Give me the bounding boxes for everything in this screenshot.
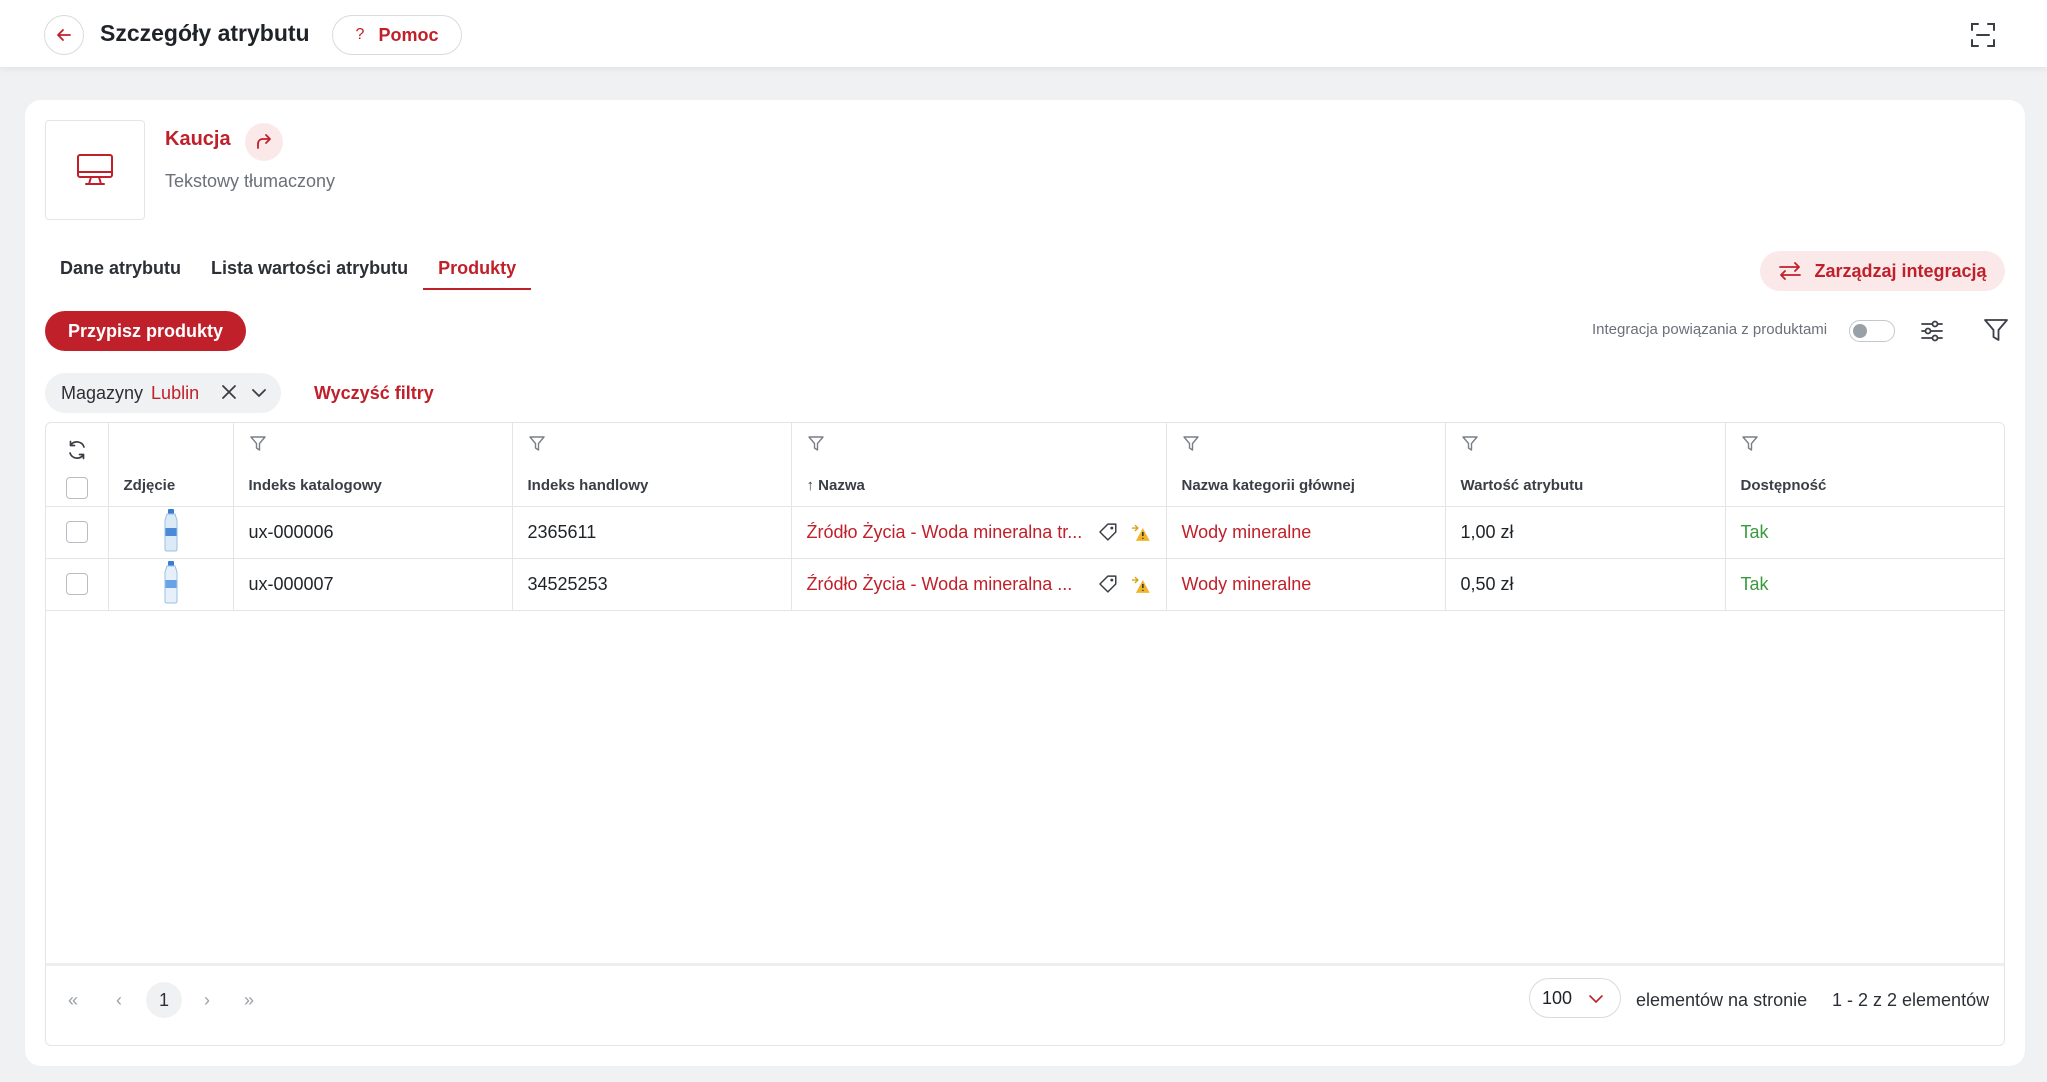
attribute-value-cell: 1,00 zł: [1445, 506, 1726, 559]
name-cell: Źródło Życia - Woda mineralna ...: [791, 558, 1167, 611]
column-header-name[interactable]: ↑ Nazwa: [791, 423, 1167, 507]
column-label: Nazwa kategorii głównej: [1181, 476, 1355, 494]
name-cell: Źródło Życia - Woda mineralna tr...: [791, 506, 1167, 559]
attribute-card: Kaucja Tekstowy tłumaczony Dane atrybutu…: [25, 100, 2025, 1066]
products-table: Zdjęcie Indeks katalogowy Indeks handlow…: [45, 422, 2005, 1046]
refresh-icon[interactable]: [66, 439, 88, 461]
column-label: Dostępność: [1740, 476, 1827, 494]
range-label: 1 - 2 z 2 elementów: [1832, 990, 1990, 1010]
prev-page-icon[interactable]: ‹: [116, 990, 122, 1011]
table-header-row: Zdjęcie Indeks katalogowy Indeks handlow…: [46, 423, 2004, 507]
water-bottle-image[interactable]: [160, 560, 182, 604]
filter-icon[interactable]: [807, 435, 825, 453]
back-button[interactable]: [44, 15, 84, 55]
catalog-index-cell: ux-000007: [233, 558, 513, 611]
swap-arrows-icon: [1779, 262, 1802, 280]
filter-icon[interactable]: [1461, 435, 1479, 453]
filter-chip-value: Lublin: [151, 382, 200, 403]
manage-integration-button[interactable]: Zarządzaj integracją: [1760, 251, 2005, 291]
fullscreen-icon[interactable]: [1970, 22, 1996, 48]
next-page-icon[interactable]: ›: [204, 990, 210, 1011]
help-button-label: Pomoc: [378, 24, 439, 45]
table-row[interactable]: ux-000006 2365611 Źródło Życia - Woda mi…: [46, 506, 2004, 559]
pagination: « ‹ 1 › » 100 elementów na stronie 1 - 2…: [46, 963, 2004, 1045]
toggle-knob: [1853, 324, 1867, 338]
row-checkbox[interactable]: [65, 521, 88, 543]
warning-icon[interactable]: [1129, 521, 1151, 543]
water-bottle-image[interactable]: [160, 508, 182, 552]
column-label: Indeks katalogowy: [248, 476, 382, 494]
page-number[interactable]: 1: [146, 982, 182, 1018]
chevron-down-icon[interactable]: [250, 384, 268, 402]
sliders-icon[interactable]: [1918, 317, 1946, 345]
arrow-left-icon: [57, 29, 71, 41]
column-label: Wartość atrybutu: [1460, 476, 1584, 494]
page-title: Szczegóły atrybutu: [100, 20, 310, 46]
column-header-catalog-index[interactable]: Indeks katalogowy: [233, 423, 513, 507]
attribute-thumbnail: [45, 120, 145, 220]
per-page-label: elementów na stronie: [1636, 990, 1808, 1010]
select-all-column: [46, 423, 109, 507]
filter-icon[interactable]: [1182, 435, 1200, 453]
monitor-icon: [77, 154, 113, 185]
product-name-link[interactable]: Źródło Życia - Woda mineralna ...: [807, 574, 1094, 595]
column-label: Indeks handlowy: [527, 476, 649, 494]
tag-icon[interactable]: [1097, 521, 1119, 543]
category-cell[interactable]: Wody mineralne: [1166, 506, 1446, 559]
trade-index-cell: 2365611: [512, 506, 792, 559]
first-page-icon[interactable]: «: [68, 990, 78, 1011]
share-arrow-icon: [257, 134, 271, 149]
tab-attribute-values[interactable]: Lista wartości atrybutu: [196, 252, 423, 290]
help-button[interactable]: ? Pomoc: [332, 15, 462, 55]
attribute-name: Kaucja: [165, 128, 231, 150]
product-name-link[interactable]: Źródło Życia - Woda mineralna tr...: [807, 522, 1094, 543]
manage-integration-label: Zarządzaj integracją: [1814, 260, 1987, 281]
assign-products-button[interactable]: Przypisz produkty: [45, 311, 246, 351]
tag-icon[interactable]: [1097, 573, 1119, 595]
per-page-value: 100: [1542, 987, 1573, 1008]
share-button[interactable]: [245, 123, 283, 161]
trade-index-cell: 34525253: [512, 558, 792, 611]
column-header-trade-index[interactable]: Indeks handlowy: [512, 423, 792, 507]
filter-icon[interactable]: [1741, 435, 1759, 453]
column-header-main-category[interactable]: Nazwa kategorii głównej: [1166, 423, 1446, 507]
column-header-attribute-value[interactable]: Wartość atrybutu: [1445, 423, 1726, 507]
close-icon[interactable]: [220, 383, 238, 401]
integration-toggle[interactable]: [1849, 320, 1895, 342]
attribute-value-cell: 0,50 zł: [1445, 558, 1726, 611]
warning-icon[interactable]: [1129, 573, 1151, 595]
tab-attribute-data[interactable]: Dane atrybutu: [45, 252, 196, 290]
availability-cell: Tak: [1725, 558, 2004, 611]
category-cell[interactable]: Wody mineralne: [1166, 558, 1446, 611]
column-header-availability[interactable]: Dostępność: [1725, 423, 2004, 507]
tab-products[interactable]: Produkty: [423, 252, 532, 290]
chevron-down-icon: [1589, 995, 1603, 1004]
top-bar: Szczegóły atrybutu ? Pomoc: [0, 0, 2047, 67]
column-label: Nazwa: [818, 476, 865, 494]
clear-filters-link[interactable]: Wyczyść filtry: [314, 383, 434, 404]
last-page-icon[interactable]: »: [244, 990, 254, 1011]
filter-icon[interactable]: [249, 435, 267, 453]
select-all-checkbox[interactable]: [66, 476, 88, 499]
filter-chip-key: Magazyny: [61, 382, 144, 403]
catalog-index-cell: ux-000006: [233, 506, 513, 559]
filter-icon[interactable]: [1981, 315, 2011, 345]
column-header-photo[interactable]: Zdjęcie: [108, 423, 234, 507]
row-checkbox[interactable]: [65, 573, 88, 595]
availability-cell: Tak: [1725, 506, 2004, 559]
tabs: Dane atrybutu Lista wartości atrybutu Pr…: [45, 252, 532, 290]
filter-chip-warehouse[interactable]: Magazyny Lublin: [45, 373, 281, 413]
attribute-type: Tekstowy tłumaczony: [165, 171, 336, 191]
table-row[interactable]: ux-000007 34525253 Źródło Życia - Woda m…: [46, 558, 2004, 611]
per-page-select[interactable]: 100: [1529, 978, 1621, 1018]
sort-ascending-icon[interactable]: ↑: [807, 477, 815, 494]
filter-icon[interactable]: [528, 435, 546, 453]
question-icon: ?: [355, 26, 365, 43]
integration-toggle-label: Integracja powiązania z produktami: [1592, 321, 1828, 338]
